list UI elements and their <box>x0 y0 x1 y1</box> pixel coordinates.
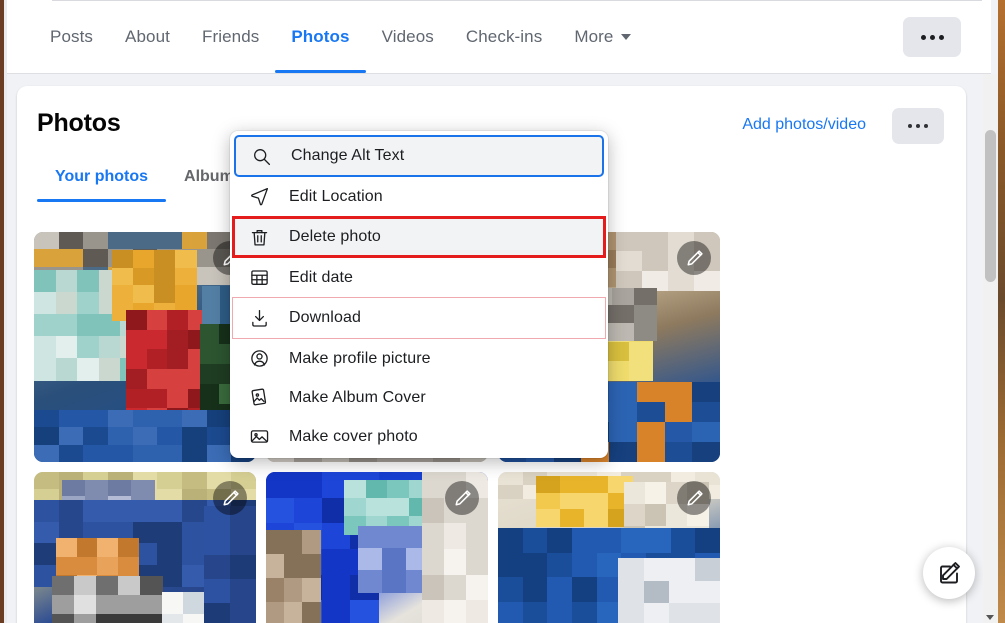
nav-item-about[interactable]: About <box>109 14 186 60</box>
edit-photo-button[interactable] <box>677 481 711 515</box>
menu-item-change-alt-text[interactable]: Change Alt Text <box>234 135 604 177</box>
menu-item-label: Edit date <box>289 268 354 286</box>
nav-item-posts[interactable]: Posts <box>34 14 109 60</box>
image-icon <box>246 424 272 450</box>
nav-item-label: More <box>574 27 614 46</box>
active-tab-underline <box>275 70 366 73</box>
nav-item-videos[interactable]: Videos <box>366 14 450 60</box>
tab-label: Your photos <box>55 168 149 185</box>
download-icon <box>246 305 272 331</box>
window-right-edge <box>998 0 1005 623</box>
calendar-icon <box>246 265 272 291</box>
scrollbar-thumb[interactable] <box>985 130 996 282</box>
ellipsis-icon <box>920 34 944 40</box>
person-circle-icon <box>246 346 272 372</box>
menu-item-label: Edit Location <box>289 187 383 205</box>
nav-item-more[interactable]: More <box>558 14 647 60</box>
pencil-icon <box>222 489 239 506</box>
menu-item-label: Delete photo <box>289 228 381 245</box>
nav-item-photos[interactable]: Photos <box>275 14 366 73</box>
photo-tile[interactable] <box>498 472 720 623</box>
location-arrow-icon <box>246 184 272 210</box>
pencil-icon <box>686 489 703 506</box>
menu-item-label: Make profile picture <box>289 349 431 367</box>
nav-item-label: Photos <box>291 27 350 46</box>
chevron-down-icon <box>621 34 632 40</box>
menu-item-edit-location[interactable]: Edit Location <box>230 177 608 216</box>
profile-nav-items: Posts About Friends Photos Videos Check-ins Mo… <box>34 14 647 73</box>
photos-tabs: Your photos Album <box>37 168 252 202</box>
album-cover-icon <box>246 385 272 411</box>
edit-photo-button[interactable] <box>445 481 479 515</box>
page-title: Photos <box>37 109 121 137</box>
nav-item-label: About <box>125 27 170 46</box>
nav-item-label: Friends <box>201 27 260 46</box>
compose-fab-button[interactable] <box>923 547 975 599</box>
profile-nav-more-button[interactable] <box>903 17 961 57</box>
edit-photo-button[interactable] <box>213 481 247 515</box>
menu-item-label: Make Album Cover <box>289 388 426 406</box>
photo-tile[interactable] <box>34 472 256 623</box>
photos-card-more-button[interactable] <box>892 108 944 144</box>
menu-item-delete-photo[interactable]: Delete photo <box>232 216 606 258</box>
pencil-icon <box>686 249 703 266</box>
scrollbar-down-arrow[interactable] <box>986 615 994 620</box>
menu-item-make-profile-picture[interactable]: Make profile picture <box>230 339 608 378</box>
nav-item-label: Check-ins <box>465 27 543 46</box>
ellipsis-icon <box>908 124 928 128</box>
compose-icon <box>940 562 960 584</box>
menu-item-download[interactable]: Download <box>232 297 606 339</box>
menu-item-make-album-cover[interactable]: Make Album Cover <box>230 378 608 417</box>
tab-label: Album <box>184 168 234 185</box>
page-scrollbar[interactable] <box>983 74 998 623</box>
photo-tile[interactable] <box>34 232 256 462</box>
menu-item-edit-date[interactable]: Edit date <box>230 258 608 297</box>
active-tab-underline <box>37 199 167 202</box>
nav-item-friends[interactable]: Friends <box>186 14 275 60</box>
window-left-gutter <box>4 0 7 623</box>
menu-item-make-cover-photo[interactable]: Make cover photo <box>230 417 608 456</box>
profile-nav-bar: Posts About Friends Photos Videos Check-ins Mo… <box>7 0 991 74</box>
app-root: Posts About Friends Photos Videos Check-ins Mo… <box>0 0 1005 623</box>
search-icon <box>248 143 274 169</box>
photo-context-menu: Change Alt Text Edit Location Delete photo… <box>230 131 608 458</box>
photo-tile[interactable] <box>266 472 488 623</box>
nav-top-divider <box>52 0 982 1</box>
pencil-icon <box>454 489 471 506</box>
trash-icon <box>246 224 272 250</box>
nav-item-check-ins[interactable]: Check-ins <box>450 14 558 60</box>
menu-item-label: Change Alt Text <box>291 147 405 164</box>
add-photos-video-link[interactable]: Add photos/video <box>742 116 866 134</box>
menu-item-label: Download <box>289 309 361 326</box>
menu-item-label: Make cover photo <box>289 427 418 445</box>
nav-item-label: Videos <box>381 27 434 46</box>
edit-photo-button[interactable] <box>677 241 711 275</box>
tab-your-photos[interactable]: Your photos <box>37 168 167 202</box>
nav-item-label: Posts <box>50 27 94 46</box>
